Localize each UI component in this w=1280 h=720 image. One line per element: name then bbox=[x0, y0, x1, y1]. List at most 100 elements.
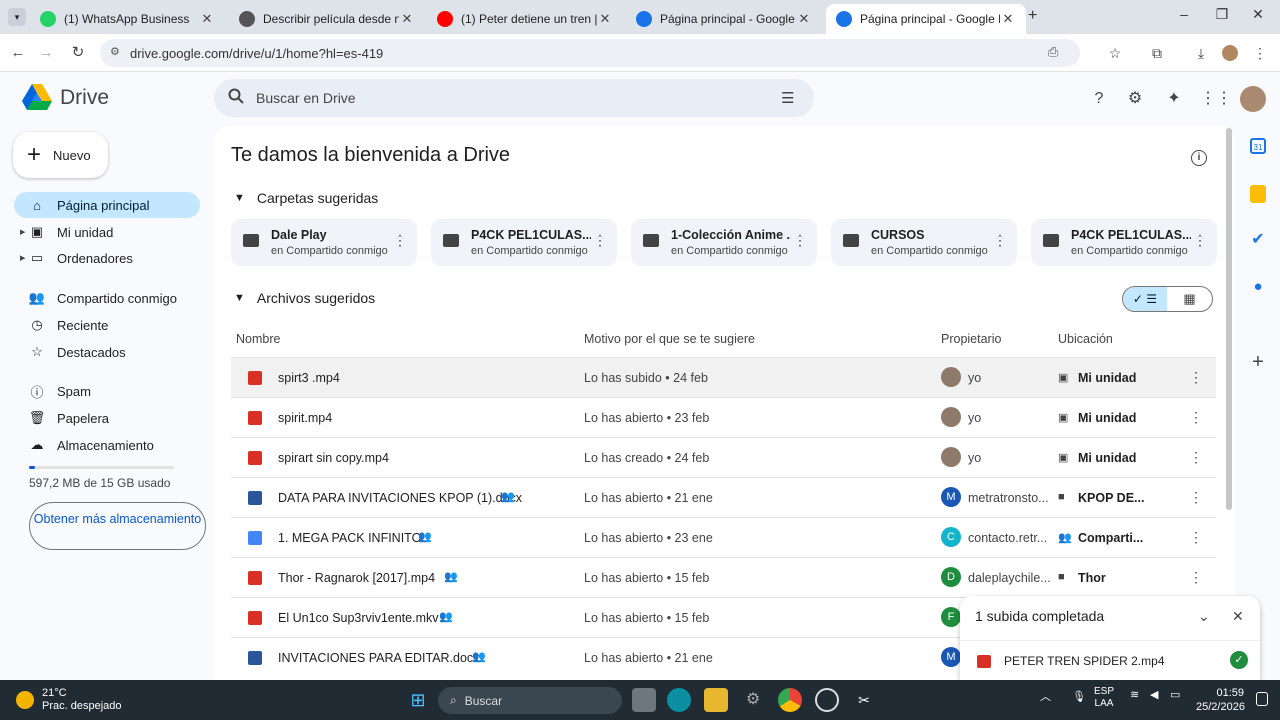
weather-widget[interactable]: 21°C Prac. despejado bbox=[16, 687, 122, 713]
file-explorer-icon[interactable] bbox=[704, 688, 728, 712]
reload-button[interactable]: ↻ bbox=[68, 43, 88, 63]
capcut-icon[interactable]: ✂ bbox=[852, 688, 876, 712]
keep-icon[interactable] bbox=[1250, 185, 1266, 203]
more-options-icon[interactable]: ⋮ bbox=[1189, 409, 1203, 426]
tray-chevron-icon[interactable]: ︿ bbox=[1040, 691, 1051, 703]
back-button[interactable]: ← bbox=[8, 43, 28, 63]
file-row[interactable]: spirit.mp4 Lo has abierto • 23 feb yo ▣ Mi u… bbox=[231, 397, 1216, 437]
install-app-icon[interactable]: ⎙ bbox=[1048, 44, 1058, 60]
tab-search-button[interactable]: ▾ bbox=[8, 8, 26, 26]
expand-caret-icon[interactable]: ▶ bbox=[20, 254, 25, 262]
address-bar[interactable]: ⚙ drive.google.com/drive/u/1/home?hl=es-… bbox=[100, 39, 1080, 67]
folder-card[interactable]: P4CK PEL1CULAS... en Compartido conmigo ⋮ bbox=[431, 219, 617, 266]
collapse-chevron-icon[interactable]: ⌄ bbox=[1198, 608, 1210, 625]
windows-start-icon[interactable]: ⊞ bbox=[406, 688, 430, 712]
browser-tab[interactable]: Página principal - Google Drive✕ bbox=[626, 4, 822, 34]
wifi-icon[interactable]: ≋ bbox=[1130, 688, 1139, 701]
volume-icon[interactable]: ◀ bbox=[1150, 688, 1158, 701]
more-options-icon[interactable]: ⋮ bbox=[793, 232, 807, 249]
file-location[interactable]: KPOP DE... bbox=[1078, 491, 1144, 505]
help-icon[interactable]: ? bbox=[1088, 88, 1110, 110]
contacts-icon[interactable]: ● bbox=[1248, 277, 1268, 297]
profile-icon[interactable] bbox=[1220, 43, 1240, 63]
calendar-icon[interactable]: 31 bbox=[1250, 138, 1266, 154]
file-row[interactable]: DATA PARA INVITACIONES KPOP (1).docx 👥 Lo … bbox=[231, 477, 1216, 517]
sidebar-item-computer[interactable]: ▶ ▭ Ordenadores bbox=[14, 245, 200, 271]
gemini-icon[interactable]: ✦ bbox=[1163, 88, 1185, 110]
file-location[interactable]: Mi unidad bbox=[1078, 451, 1136, 465]
drive-search-bar[interactable]: Buscar en Drive ☰ bbox=[214, 79, 814, 117]
more-options-icon[interactable]: ⋮ bbox=[1189, 529, 1203, 546]
more-options-icon[interactable]: ⋮ bbox=[1189, 449, 1203, 466]
info-icon[interactable]: i bbox=[1191, 150, 1207, 166]
search-filter-icon[interactable]: ☰ bbox=[781, 89, 794, 107]
account-avatar[interactable] bbox=[1240, 86, 1266, 112]
download-icon[interactable]: ⤓ bbox=[1191, 43, 1211, 63]
browser-tab[interactable]: Describir película desde nuevo✕ bbox=[229, 4, 425, 34]
language-indicator[interactable]: ESP LAA bbox=[1094, 686, 1114, 710]
browser-menu-icon[interactable]: ⋮ bbox=[1250, 43, 1270, 63]
file-row[interactable]: Thor - Ragnarok [2017].mp4 👥 Lo has abiert… bbox=[231, 557, 1216, 597]
sidebar-item-spam[interactable]: ⓘ Spam bbox=[14, 378, 200, 404]
apps-grid-icon[interactable]: ⋮⋮ bbox=[1200, 88, 1232, 110]
folder-card[interactable]: Dale Play en Compartido conmigo ⋮ bbox=[231, 219, 417, 266]
upload-item[interactable]: PETER TREN SPIDER 2.mp4 ✓ bbox=[960, 640, 1260, 680]
add-addon-icon[interactable]: + bbox=[1248, 352, 1268, 372]
close-tab-icon[interactable]: ✕ bbox=[597, 11, 613, 27]
more-options-icon[interactable]: ⋮ bbox=[1189, 489, 1203, 506]
drive-logo[interactable]: Drive bbox=[22, 84, 109, 111]
suggested-files-header[interactable]: ▼ Archivos sugeridos bbox=[234, 290, 375, 306]
search-icon[interactable] bbox=[228, 88, 244, 108]
forward-button[interactable]: → bbox=[36, 43, 56, 63]
sidebar-item-home[interactable]: ⌂ Página principal bbox=[14, 192, 200, 218]
more-options-icon[interactable]: ⋮ bbox=[593, 232, 607, 249]
battery-icon[interactable]: ▭ bbox=[1170, 688, 1180, 701]
more-options-icon[interactable]: ⋮ bbox=[1193, 232, 1207, 249]
new-button[interactable]: + Nuevo bbox=[13, 132, 108, 178]
file-row[interactable]: spirart sin copy.mp4 Lo has creado • 24 f… bbox=[231, 437, 1216, 477]
close-tab-icon[interactable]: ✕ bbox=[199, 11, 215, 27]
new-tab-button[interactable]: + bbox=[1028, 7, 1037, 25]
list-view-button[interactable]: ✓ ☰ bbox=[1123, 287, 1168, 311]
file-location[interactable]: Mi unidad bbox=[1078, 411, 1136, 425]
close-tab-icon[interactable]: ✕ bbox=[796, 11, 812, 27]
close-tab-icon[interactable]: ✕ bbox=[1000, 11, 1016, 27]
settings-app-icon[interactable]: ⚙ bbox=[741, 688, 765, 712]
browser-tab[interactable]: (1) WhatsApp Business ✕ bbox=[30, 4, 225, 34]
extensions-icon[interactable]: ⧉ bbox=[1147, 43, 1167, 63]
folder-card[interactable]: 1-Colección Anime ... en Compartido conmi… bbox=[631, 219, 817, 266]
sidebar-item-clock[interactable]: ◷ Reciente bbox=[14, 312, 200, 338]
more-options-icon[interactable]: ⋮ bbox=[1189, 569, 1203, 586]
sidebar-item-my-drive[interactable]: ▶ ▣ Mi unidad bbox=[14, 219, 200, 245]
close-icon[interactable]: ✕ bbox=[1232, 608, 1244, 625]
notifications-icon[interactable] bbox=[1256, 692, 1268, 706]
expand-caret-icon[interactable]: ▶ bbox=[20, 228, 25, 236]
folder-card[interactable]: CURSOS en Compartido conmigo ⋮ bbox=[831, 219, 1017, 266]
sidebar-item-trash[interactable]: 🗑 Papelera bbox=[14, 405, 200, 431]
sidebar-item-star[interactable]: ☆ Destacados bbox=[14, 339, 200, 365]
search-input[interactable]: Buscar en Drive bbox=[256, 90, 356, 106]
file-location[interactable]: Mi unidad bbox=[1078, 371, 1136, 385]
file-row[interactable]: spirt3 .mp4 Lo has subido • 24 feb yo ▣ Mi u… bbox=[231, 357, 1216, 397]
browser-tab[interactable]: Página principal - Google Drive✕ bbox=[826, 4, 1026, 34]
edge-icon[interactable] bbox=[667, 688, 691, 712]
scrollbar[interactable] bbox=[1226, 128, 1232, 510]
minimize-button[interactable]: – bbox=[1172, 6, 1196, 22]
sidebar-item-cloud[interactable]: ☁ Almacenamiento bbox=[14, 432, 200, 458]
close-tab-icon[interactable]: ✕ bbox=[399, 11, 415, 27]
app-icon[interactable] bbox=[815, 688, 839, 712]
site-info-icon[interactable]: ⚙ bbox=[110, 45, 120, 58]
more-options-icon[interactable]: ⋮ bbox=[993, 232, 1007, 249]
taskbar-search[interactable]: ⌕ Buscar bbox=[438, 687, 622, 714]
tasks-icon[interactable]: ✔ bbox=[1248, 230, 1268, 250]
column-name[interactable]: Nombre bbox=[236, 332, 280, 346]
get-more-storage-button[interactable]: Obtener más almacenamiento bbox=[29, 502, 206, 550]
file-row[interactable]: 1. MEGA PACK INFINITO 👥 Lo has abierto • 2… bbox=[231, 517, 1216, 557]
file-location[interactable]: Thor bbox=[1078, 571, 1106, 585]
grid-view-button[interactable]: ▦ bbox=[1167, 287, 1212, 311]
settings-gear-icon[interactable]: ⚙ bbox=[1124, 88, 1146, 110]
microphone-icon[interactable]: 🎙 bbox=[1072, 691, 1086, 703]
close-window-button[interactable]: ✕ bbox=[1246, 6, 1270, 23]
folder-card[interactable]: P4CK PEL1CULAS... en Compartido conmigo ⋮ bbox=[1031, 219, 1217, 266]
more-options-icon[interactable]: ⋮ bbox=[393, 232, 407, 249]
